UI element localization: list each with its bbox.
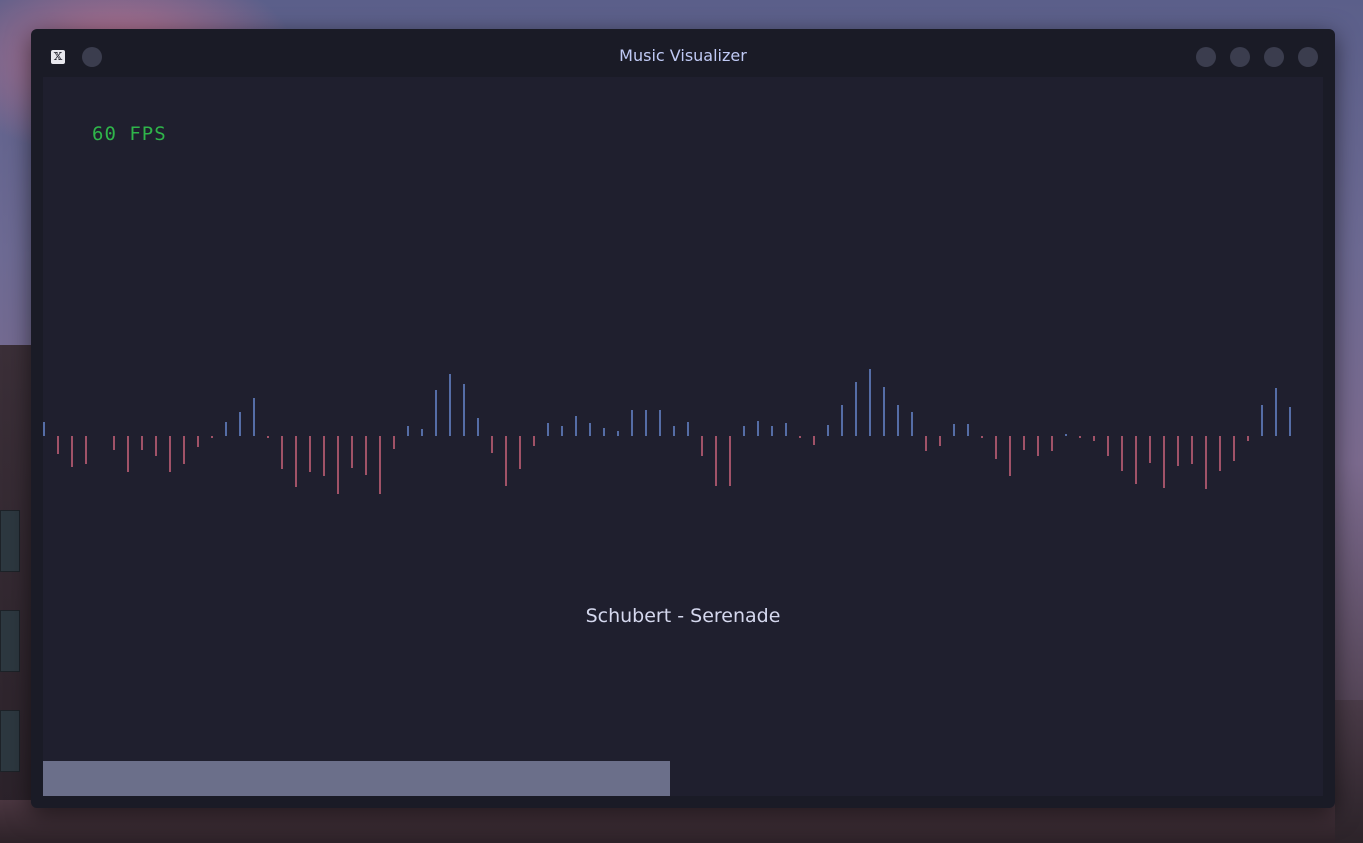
visualizer-canvas[interactable]: 60 FPS Schubert - Serenade xyxy=(43,77,1323,796)
wallpaper-window xyxy=(0,610,20,672)
titlebar[interactable]: 𝕏 Music Visualizer xyxy=(31,29,1335,77)
wallpaper-window xyxy=(0,510,20,572)
progress-bar[interactable] xyxy=(43,761,1323,796)
minimize-button[interactable] xyxy=(1230,47,1250,67)
maximize-button[interactable] xyxy=(1264,47,1284,67)
app-window: 𝕏 Music Visualizer 60 FPS Schubert - Ser… xyxy=(31,29,1335,808)
wallpaper-window xyxy=(0,710,20,772)
progress-fill xyxy=(43,761,671,796)
close-button[interactable] xyxy=(1298,47,1318,67)
song-title: Schubert - Serenade xyxy=(585,605,781,627)
wallpaper-railing xyxy=(1335,700,1363,843)
shade-button[interactable] xyxy=(1196,47,1216,67)
window-title: Music Visualizer xyxy=(619,46,747,65)
waveform xyxy=(43,369,1291,494)
